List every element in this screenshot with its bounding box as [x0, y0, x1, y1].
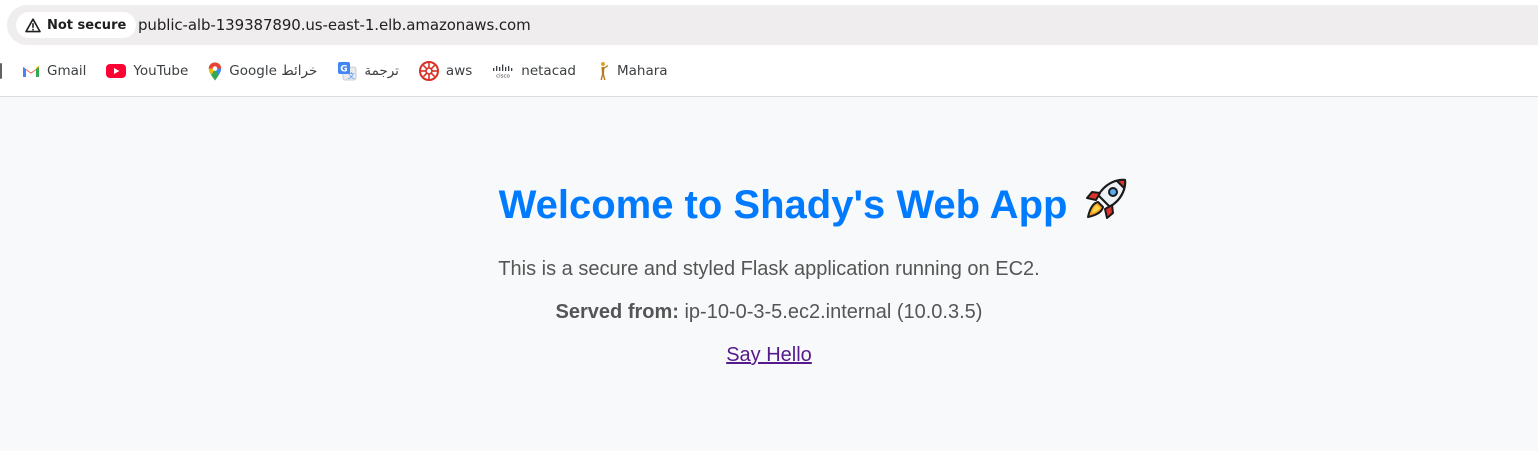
youtube-icon	[106, 64, 127, 78]
bookmark-label: netacad	[521, 63, 576, 79]
bookmark-google-maps[interactable]: Google خرائط	[204, 57, 321, 85]
url-text[interactable]: public-alb-139387890.us-east-1.elb.amazo…	[138, 16, 531, 34]
served-from-value: ip-10-0-3-5.ec2.internal (10.0.3.5)	[684, 301, 983, 323]
mahara-icon	[596, 61, 610, 81]
gmail-icon	[22, 64, 40, 78]
svg-text:文: 文	[348, 71, 355, 80]
bookmark-label: Google خرائط	[229, 63, 318, 79]
bookmark-youtube[interactable]: YouTube	[102, 57, 192, 85]
warning-triangle-icon	[25, 17, 41, 33]
security-chip-label: Not secure	[47, 17, 127, 33]
cisco-icon: cisco	[492, 64, 514, 78]
svg-text:G: G	[341, 65, 348, 75]
svg-text:cisco: cisco	[496, 74, 510, 79]
page-title: Welcome to Shady's Web App	[499, 174, 1132, 236]
bookmark-mahara[interactable]: Mahara	[592, 57, 672, 85]
say-hello-link[interactable]: Say Hello	[726, 342, 812, 368]
rocket-icon	[1081, 174, 1131, 236]
google-translate-icon: G 文	[337, 61, 357, 81]
address-bar[interactable]: Not secure public-alb-139387890.us-east-…	[7, 5, 1538, 45]
bookmark-gmail[interactable]: Gmail	[18, 57, 90, 85]
aws-icon	[418, 61, 439, 81]
served-from-line: Served from: ip-10-0-3-5.ec2.internal (1…	[0, 299, 1538, 325]
bookmark-label: ترجمة	[364, 63, 399, 79]
hero-section: Welcome to Shady's Web App This is a sec…	[0, 174, 1538, 368]
bookmark-netacad[interactable]: cisco netacad	[488, 57, 580, 85]
bookmarks-bar: Gmail YouTube Google خرائط G 文 ترجمة aws…	[0, 56, 684, 86]
app-description: This is a secure and styled Flask applic…	[498, 258, 1040, 280]
browser-chrome: Not secure public-alb-139387890.us-east-…	[0, 0, 1538, 97]
served-from-label: Served from:	[555, 301, 679, 323]
page-title-text: Welcome to Shady's Web App	[498, 183, 1068, 227]
bookmark-aws[interactable]: aws	[415, 57, 476, 85]
bookmark-translate[interactable]: G 文 ترجمة	[333, 57, 403, 85]
page-content: Welcome to Shady's Web App This is a sec…	[0, 97, 1538, 451]
bookmark-label: YouTube	[133, 63, 189, 79]
bookmark-label: Gmail	[47, 63, 87, 79]
google-maps-icon	[208, 62, 222, 81]
bookmark-label: Mahara	[616, 63, 668, 79]
bookmark-label: aws	[445, 63, 473, 79]
bookmarks-bar-edge	[0, 63, 2, 79]
security-chip[interactable]: Not secure	[16, 12, 137, 38]
